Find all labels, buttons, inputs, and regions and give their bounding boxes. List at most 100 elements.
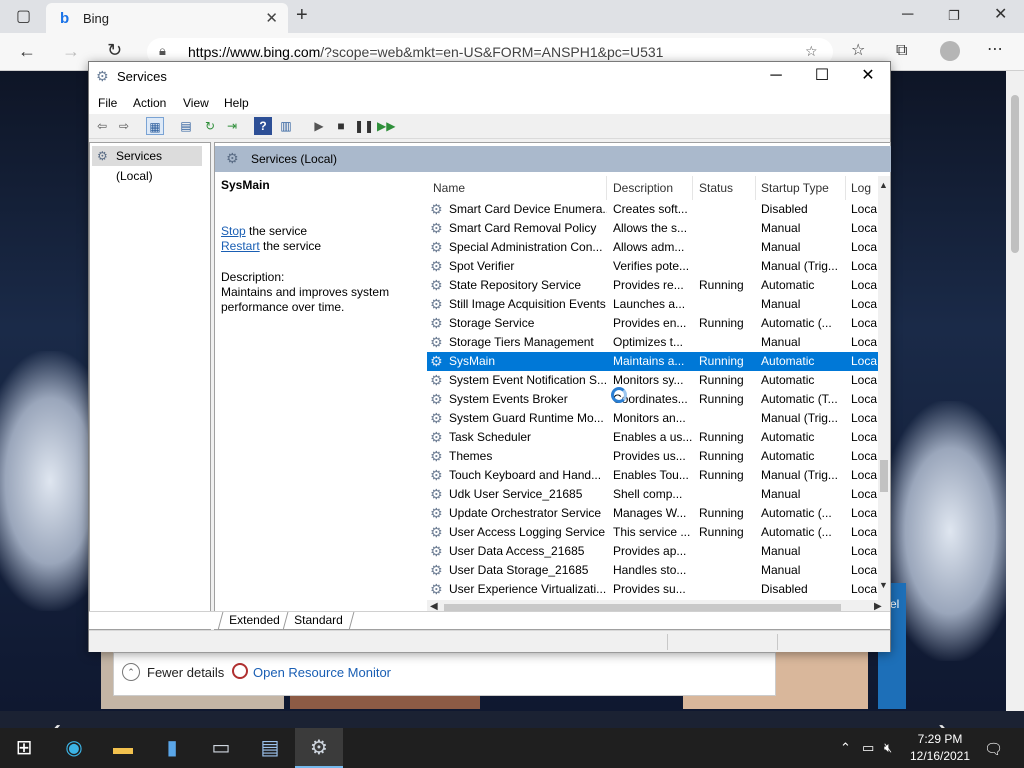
network-icon[interactable]: ▭	[862, 740, 874, 756]
restart-action: Restart the service	[221, 239, 321, 253]
notifications-icon[interactable]: 🗨︎	[984, 740, 1003, 758]
show-hidden-icons-icon[interactable]: ⌃	[840, 740, 851, 756]
table-row[interactable]: ⚙ Storage Tiers Management Optimizes t... M…	[427, 333, 878, 352]
table-row[interactable]: ⚙ Update Orchestrator Service Manages W...…	[427, 504, 878, 523]
restore-icon[interactable]: ❐	[948, 8, 960, 24]
minimize-icon[interactable]: ─	[902, 7, 913, 23]
remote-desktop-icon[interactable]: ▭	[197, 728, 245, 768]
fewer-details-button[interactable]: Fewer details	[147, 665, 224, 680]
list-vertical-scrollbar[interactable]: ▲ ▼	[878, 176, 890, 600]
refresh-icon[interactable]: ↻	[201, 117, 219, 135]
table-row[interactable]: ⚙ User Experience Virtualizati... Provides…	[427, 580, 878, 599]
table-row[interactable]: ⚙ User Data Access_21685 Provides ap... Man…	[427, 542, 878, 561]
close-window-icon[interactable]: ✕	[994, 7, 1007, 23]
refresh-icon[interactable]: ↻	[107, 41, 122, 59]
lock-icon[interactable]: 🔒︎	[159, 43, 166, 59]
minimize-button[interactable]: ─	[753, 64, 799, 88]
collections-icon[interactable]: ⧉	[896, 43, 907, 59]
services-taskbar-icon[interactable]: ⚙	[295, 728, 343, 768]
restart-link[interactable]: Restart	[221, 239, 260, 253]
back-arrow-icon[interactable]: ⇦	[93, 117, 111, 135]
service-status: Running	[699, 430, 744, 444]
document-icon[interactable]: ▤	[246, 728, 294, 768]
new-tab-icon[interactable]: +	[296, 5, 308, 25]
close-button[interactable]: ✕	[845, 64, 891, 88]
table-row[interactable]: ⚙ Storage Service Provides en... Running Aut…	[427, 314, 878, 333]
open-resource-monitor-link[interactable]: Open Resource Monitor	[253, 665, 391, 680]
table-row[interactable]: ⚙ System Event Notification S... Monitors …	[427, 371, 878, 390]
table-row[interactable]: ⚙ Still Image Acquisition Events Launches …	[427, 295, 878, 314]
menu-file[interactable]: File	[98, 96, 117, 110]
maximize-button[interactable]: ☐	[799, 64, 845, 88]
export-list-icon[interactable]: ⇥	[223, 117, 241, 135]
chevron-up-icon[interactable]: ⌃	[122, 663, 140, 681]
menu-action[interactable]: Action	[133, 96, 166, 110]
edge-icon[interactable]: ◉	[50, 728, 98, 768]
service-description: Maintains a...	[613, 354, 685, 368]
back-icon[interactable]: ←	[18, 42, 36, 60]
forward-icon[interactable]: →	[62, 42, 80, 60]
add-favorite-icon[interactable]: ☆	[805, 43, 818, 60]
tree-node-services-local[interactable]: ⚙ Services (Local)	[92, 146, 202, 183]
page-scrollbar[interactable]	[1006, 71, 1024, 711]
server-manager-icon[interactable]: ▮	[148, 728, 196, 768]
start-button[interactable]: ⊞	[0, 728, 48, 768]
menu-view[interactable]: View	[183, 96, 209, 110]
action-pane-icon[interactable]: ▥	[277, 117, 295, 135]
service-startup-type: Automatic (T...	[761, 392, 838, 406]
window-titlebar[interactable]: ⚙ Services ─ ☐ ✕	[89, 62, 890, 90]
service-startup-type: Automatic	[761, 430, 815, 444]
column-log-on-as[interactable]: Log	[845, 176, 879, 200]
table-row[interactable]: ⚙ Smart Card Device Enumera... Creates sof…	[427, 200, 878, 219]
tab-actions-icon[interactable]: ▢	[16, 9, 31, 25]
table-row[interactable]: ⚙ Udk User Service_21685 Shell comp... Manu…	[427, 485, 878, 504]
favorites-icon[interactable]: ☆	[851, 43, 865, 59]
table-row[interactable]: ⚙ User Data Storage_21685 Handles sto... Ma…	[427, 561, 878, 580]
service-log-on-as: Loca	[851, 525, 878, 539]
more-menu-icon[interactable]: ⋯	[987, 42, 1003, 58]
vertical-scroll-thumb[interactable]	[880, 460, 888, 492]
system-clock[interactable]: 7:29 PM 12/16/2021	[900, 731, 980, 765]
browser-tab[interactable]: b Bing ✕	[46, 3, 288, 33]
file-explorer-icon[interactable]: ▬	[99, 728, 147, 768]
service-startup-type: Automatic (...	[761, 506, 832, 520]
table-row[interactable]: ⚙ Task Scheduler Enables a us... Running Aut…	[427, 428, 878, 447]
pause-service-icon[interactable]: ❚❚	[354, 117, 374, 135]
table-row[interactable]: ⚙ User Access Logging Service This service…	[427, 523, 878, 542]
service-description: Provides us...	[613, 449, 686, 463]
volume-muted-icon[interactable]: 🔇︎	[884, 740, 892, 756]
service-status	[693, 485, 756, 504]
stop-service-icon[interactable]: ■	[332, 117, 350, 135]
table-row[interactable]: ⚙ Special Administration Con... Allows adm…	[427, 238, 878, 257]
scroll-down-icon[interactable]: ▼	[879, 580, 888, 590]
column-startup-type[interactable]: Startup Type	[755, 176, 846, 200]
column-description[interactable]: Description	[607, 176, 693, 200]
properties-icon[interactable]: ▤	[177, 117, 195, 135]
table-row[interactable]: ⚙ Touch Keyboard and Hand... Enables Tou..…	[427, 466, 878, 485]
column-status[interactable]: Status	[693, 176, 756, 200]
tab-standard[interactable]: Standard	[282, 612, 355, 630]
start-service-icon[interactable]: ▶	[310, 117, 328, 135]
tab-extended[interactable]: Extended	[217, 612, 292, 630]
table-row-selected[interactable]: ⚙ SysMain Maintains a... Running Automatic Lo…	[427, 352, 878, 371]
forward-arrow-icon[interactable]: ⇨	[115, 117, 133, 135]
table-row[interactable]: ⚙ State Repository Service Provides re... R…	[427, 276, 878, 295]
help-icon[interactable]: ?	[254, 117, 272, 135]
stop-link[interactable]: Stop	[221, 224, 246, 238]
page-scrollbar-thumb[interactable]	[1011, 95, 1019, 253]
show-hide-tree-icon[interactable]: ▦	[146, 117, 164, 135]
service-name: Storage Service	[449, 316, 535, 330]
service-status	[693, 295, 756, 314]
table-row[interactable]: ⚙ System Events Broker Coordinates... Runni…	[427, 390, 878, 409]
scroll-up-icon[interactable]: ▲	[879, 180, 888, 190]
table-row[interactable]: ⚙ Themes Provides us... Running Automatic Loc…	[427, 447, 878, 466]
restart-service-icon[interactable]: ▶▶	[377, 117, 395, 135]
table-row[interactable]: ⚙ Smart Card Removal Policy Allows the s..…	[427, 219, 878, 238]
column-name[interactable]: Name	[427, 176, 607, 200]
profile-avatar[interactable]	[940, 41, 960, 61]
table-row[interactable]: ⚙ Spot Verifier Verifies pote... Manual (Tr…	[427, 257, 878, 276]
service-status: Running	[699, 392, 744, 406]
tab-close-icon[interactable]: ✕	[265, 9, 278, 27]
menu-help[interactable]: Help	[224, 96, 249, 110]
table-row[interactable]: ⚙ System Guard Runtime Mo... Monitors an..…	[427, 409, 878, 428]
